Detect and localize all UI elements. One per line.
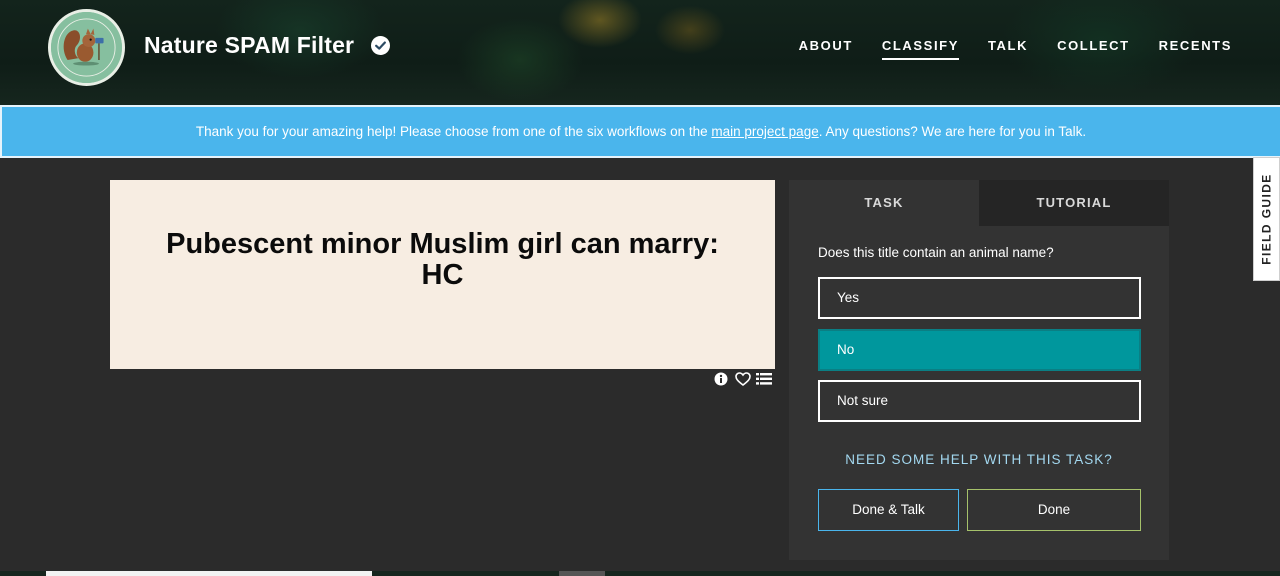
field-guide-tab[interactable]: FIELD GUIDE [1253, 157, 1280, 281]
task-help-link[interactable]: NEED SOME HELP WITH THIS TASK? [789, 452, 1169, 467]
subject-viewer: Pubescent minor Muslim girl can marry: H… [110, 180, 775, 369]
verified-badge-icon [371, 36, 390, 55]
announcement-banner: Thank you for your amazing help! Please … [0, 105, 1280, 158]
banner-text-after: . Any questions? We are here for you in … [818, 124, 1087, 139]
site-title[interactable]: Nature SPAM Filter [144, 32, 354, 59]
task-panel: TASK TUTORIAL Does this title contain an… [789, 180, 1169, 560]
project-logo[interactable] [48, 9, 125, 86]
subject-tools [714, 372, 772, 387]
nav-classify[interactable]: CLASSIFY [881, 38, 959, 60]
tab-task[interactable]: TASK [789, 180, 979, 226]
task-tabs: TASK TUTORIAL [789, 180, 1169, 226]
main-nav: ABOUT CLASSIFY TALK COLLECT RECENTS [799, 38, 1232, 60]
answer-not-sure[interactable]: Not sure [818, 380, 1141, 422]
footer-panel-edge [46, 571, 372, 576]
done-and-talk-button[interactable]: Done & Talk [818, 489, 959, 531]
main-project-page-link[interactable]: main project page [711, 124, 818, 139]
done-button[interactable]: Done [967, 489, 1141, 531]
nav-recents[interactable]: RECENTS [1159, 38, 1232, 60]
banner-text-before: Thank you for your amazing help! Please … [195, 124, 712, 139]
nav-collect[interactable]: COLLECT [1057, 38, 1130, 60]
collection-list-icon[interactable] [756, 372, 772, 386]
site-header: Nature SPAM Filter ABOUT CLASSIFY TALK C… [0, 0, 1280, 105]
nav-about[interactable]: ABOUT [799, 38, 853, 60]
task-question: Does this title contain an animal name? [818, 245, 1054, 260]
nav-talk[interactable]: TALK [988, 38, 1028, 60]
answer-no[interactable]: No [818, 329, 1141, 371]
heart-icon[interactable] [735, 372, 751, 387]
squirrel-logo-icon [51, 12, 122, 83]
tab-tutorial[interactable]: TUTORIAL [979, 180, 1169, 226]
subject-title: Pubescent minor Muslim girl can marry: H… [166, 227, 719, 291]
footer-block-edge [559, 571, 605, 576]
field-guide-label: FIELD GUIDE [1259, 173, 1274, 265]
info-icon[interactable] [714, 372, 729, 386]
answer-yes[interactable]: Yes [818, 277, 1141, 319]
